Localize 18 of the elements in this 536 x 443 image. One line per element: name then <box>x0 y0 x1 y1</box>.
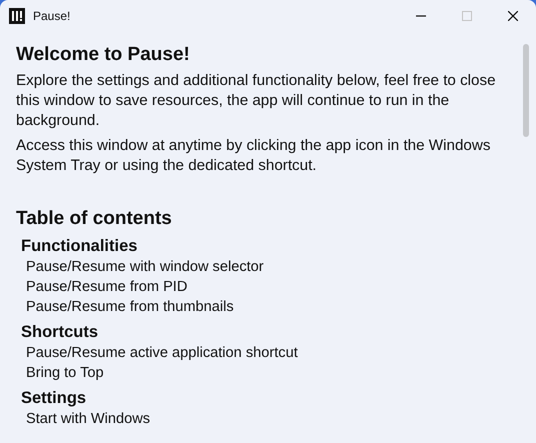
app-icon <box>9 8 25 24</box>
intro-paragraph: Access this window at anytime by clicking the app icon in the Windows System Tray or using the dedicated shortcut. <box>16 136 492 176</box>
intro-paragraph: Explore the settings and additional functionality below, feel free to close this window to save resources, the app will continue to run in the background. <box>16 70 496 131</box>
toc-link[interactable]: Pause/Resume from PID <box>26 276 496 297</box>
toc-link[interactable]: Start with Windows <box>26 408 496 429</box>
close-icon <box>508 11 518 21</box>
maximize-icon <box>462 11 472 21</box>
toc-link[interactable]: Pause/Resume from thumbnails <box>26 296 496 317</box>
toc-link[interactable]: Pause/Resume active application shortcut <box>26 342 496 363</box>
toc-link[interactable]: Pause/Resume with window selector <box>26 256 496 277</box>
toc-link[interactable]: Bring to Top <box>26 362 496 383</box>
scrollbar-thumb[interactable] <box>523 44 529 137</box>
toc-group-heading: Shortcuts <box>21 322 100 343</box>
toc-group-heading: Functionalities <box>21 236 138 257</box>
page-heading: Welcome to Pause! <box>16 44 191 67</box>
section-heading: Table of contents <box>16 208 173 231</box>
toc-group-heading: Settings <box>21 388 88 409</box>
window-title: Pause! <box>33 8 70 25</box>
